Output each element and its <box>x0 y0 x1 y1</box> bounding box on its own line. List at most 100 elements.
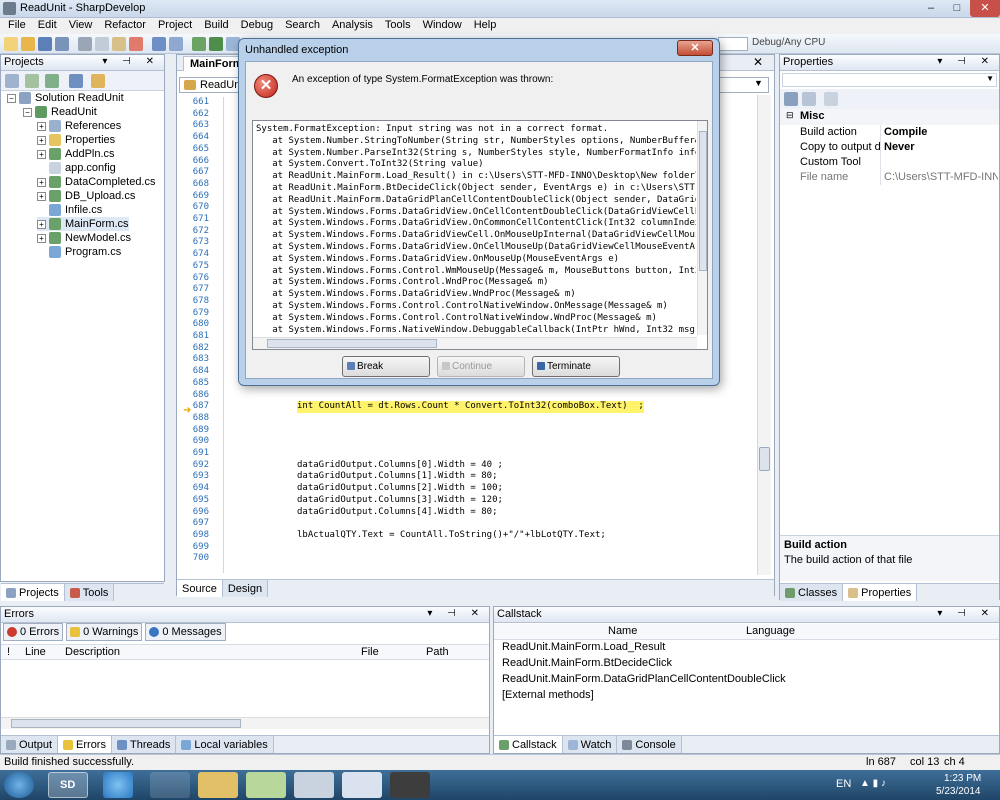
add-item-icon[interactable] <box>25 74 39 88</box>
tray-icons[interactable]: ▲ ▮ ♪ <box>860 778 886 789</box>
col-file[interactable]: File <box>361 646 379 658</box>
messages-filter-button[interactable]: 0 Messages <box>145 623 226 641</box>
code-line[interactable]: 699 <box>177 542 755 554</box>
table-row[interactable]: ReadUnit.MainForm.Load_Result <box>502 641 665 653</box>
open-file-icon[interactable] <box>21 37 35 51</box>
tab-watch[interactable]: Watch <box>562 736 618 753</box>
code-line[interactable]: 691 <box>177 448 755 460</box>
undo-icon[interactable] <box>152 37 166 51</box>
menu-project[interactable]: Project <box>152 18 198 34</box>
tree-item[interactable]: + DataCompleted.cs <box>37 175 156 189</box>
show-all-files-icon[interactable] <box>91 74 105 88</box>
build-icon[interactable] <box>192 37 206 51</box>
menu-edit[interactable]: Edit <box>32 18 63 34</box>
property-row[interactable]: Build action Compile <box>780 125 999 140</box>
paste-icon[interactable] <box>112 37 126 51</box>
notes-taskbar-icon[interactable] <box>246 772 286 798</box>
media-player-taskbar-icon[interactable] <box>150 772 190 798</box>
dialog-close-button[interactable]: ✕ <box>677 40 713 56</box>
col-severity[interactable]: ! <box>7 646 10 658</box>
stack-trace-box[interactable]: System.FormatException: Input string was… <box>252 120 708 350</box>
tab-callstack[interactable]: Callstack <box>494 736 563 753</box>
tab-source[interactable]: Source <box>177 580 223 597</box>
col-description[interactable]: Description <box>65 646 120 658</box>
tab-classes[interactable]: Classes <box>780 584 844 601</box>
property-row[interactable]: Custom Tool <box>780 155 999 170</box>
tab-projects[interactable]: Projects <box>1 584 65 601</box>
tab-errors[interactable]: Errors <box>58 736 112 753</box>
menu-file[interactable]: File <box>2 18 32 34</box>
tab-console[interactable]: Console <box>617 736 682 753</box>
code-line[interactable]: 698 lbActualQTY.Text = CountAll.ToString(… <box>177 530 755 542</box>
terminate-button[interactable]: Terminate <box>532 356 620 377</box>
menu-help[interactable]: Help <box>468 18 503 34</box>
panel-controls-icon[interactable]: ▾ ⊣ ✕ <box>102 56 160 67</box>
tree-item[interactable]: + Properties <box>37 133 115 147</box>
calculator-taskbar-icon[interactable] <box>294 772 334 798</box>
tree-item[interactable]: + References <box>37 119 121 133</box>
chevron-down-icon[interactable]: ▼ <box>986 74 994 83</box>
table-row[interactable]: [External methods] <box>502 689 594 701</box>
document-taskbar-icon[interactable] <box>342 772 382 798</box>
misc-category[interactable]: ⊟ Misc <box>780 109 999 125</box>
object-selector[interactable]: ▼ <box>782 73 997 87</box>
tab-threads[interactable]: Threads <box>111 736 177 753</box>
code-line[interactable]: 687 int CountAll = dt.Rows.Count * Conver… <box>177 401 755 413</box>
code-line[interactable]: 693 dataGridOutput.Columns[1].Width = 80; <box>177 471 755 483</box>
tree-item[interactable]: Program.cs <box>49 245 121 259</box>
save-all-icon[interactable] <box>55 37 69 51</box>
code-line[interactable]: 690 <box>177 436 755 448</box>
redo-icon[interactable] <box>169 37 183 51</box>
code-line[interactable]: 689 <box>177 425 755 437</box>
clock-time[interactable]: 1:23 PM <box>944 773 981 784</box>
errors-horizontal-scrollbar[interactable] <box>1 717 489 729</box>
chevron-down-icon[interactable]: ▼ <box>754 78 763 88</box>
categorized-icon[interactable] <box>784 92 798 106</box>
panel-controls-icon[interactable]: ▾ ⊣ ✕ <box>937 608 995 619</box>
stack-vertical-scrollbar[interactable] <box>697 121 707 335</box>
table-row[interactable]: ReadUnit.MainForm.BtDecideClick <box>502 657 672 669</box>
refresh-icon[interactable] <box>45 74 59 88</box>
tree-item[interactable]: + AddPln.cs <box>37 147 115 161</box>
menu-build[interactable]: Build <box>198 18 234 34</box>
menu-tools[interactable]: Tools <box>379 18 417 34</box>
menu-analysis[interactable]: Analysis <box>326 18 379 34</box>
maximize-button[interactable]: □ <box>944 0 970 17</box>
menu-debug[interactable]: Debug <box>235 18 279 34</box>
properties-icon[interactable] <box>69 74 83 88</box>
table-row[interactable]: ReadUnit.MainForm.DataGridPlanCellConten… <box>502 673 786 685</box>
code-line[interactable]: 696 dataGridOutput.Columns[4].Width = 80; <box>177 507 755 519</box>
code-line[interactable]: 697 <box>177 518 755 530</box>
property-row[interactable]: Copy to output dire Never <box>780 140 999 155</box>
close-window-button[interactable]: ✕ <box>970 0 1000 17</box>
break-button[interactable]: Break <box>342 356 430 377</box>
alphabetical-icon[interactable] <box>802 92 816 106</box>
editor-close-icon[interactable]: ✕ <box>753 55 763 69</box>
code-line[interactable]: 700 <box>177 553 755 565</box>
start-button-icon[interactable] <box>4 772 34 798</box>
code-line[interactable]: 694 dataGridOutput.Columns[2].Width = 100… <box>177 483 755 495</box>
code-line[interactable]: 692 dataGridOutput.Columns[0].Width = 40 … <box>177 460 755 472</box>
scroll-thumb[interactable] <box>11 719 241 728</box>
scroll-thumb[interactable] <box>267 339 437 348</box>
traffic-light-taskbar-icon[interactable] <box>390 772 430 798</box>
errors-filter-button[interactable]: 0 Errors <box>3 623 64 641</box>
save-icon[interactable] <box>38 37 52 51</box>
tree-item[interactable]: − ReadUnit <box>23 105 97 119</box>
delete-icon[interactable] <box>129 37 143 51</box>
tree-item[interactable]: Infile.cs <box>49 203 102 217</box>
scroll-thumb[interactable] <box>699 131 707 271</box>
tree-item[interactable]: − Solution ReadUnit <box>7 91 124 105</box>
cut-icon[interactable] <box>78 37 92 51</box>
menu-refactor[interactable]: Refactor <box>98 18 152 34</box>
sharpdevelop-taskbar-icon[interactable]: SD <box>48 772 88 798</box>
code-line[interactable]: 686 <box>177 390 755 402</box>
tree-item[interactable]: app.config <box>49 161 116 175</box>
tab-tools[interactable]: Tools <box>64 584 115 601</box>
tree-item[interactable]: + DB_Upload.cs <box>37 189 135 203</box>
explorer-taskbar-icon[interactable] <box>198 772 238 798</box>
clock-date[interactable]: 5/23/2014 <box>936 786 981 797</box>
collapse-all-icon[interactable] <box>5 74 19 88</box>
menu-view[interactable]: View <box>63 18 99 34</box>
tree-item-selected[interactable]: + MainForm.cs <box>37 217 129 231</box>
